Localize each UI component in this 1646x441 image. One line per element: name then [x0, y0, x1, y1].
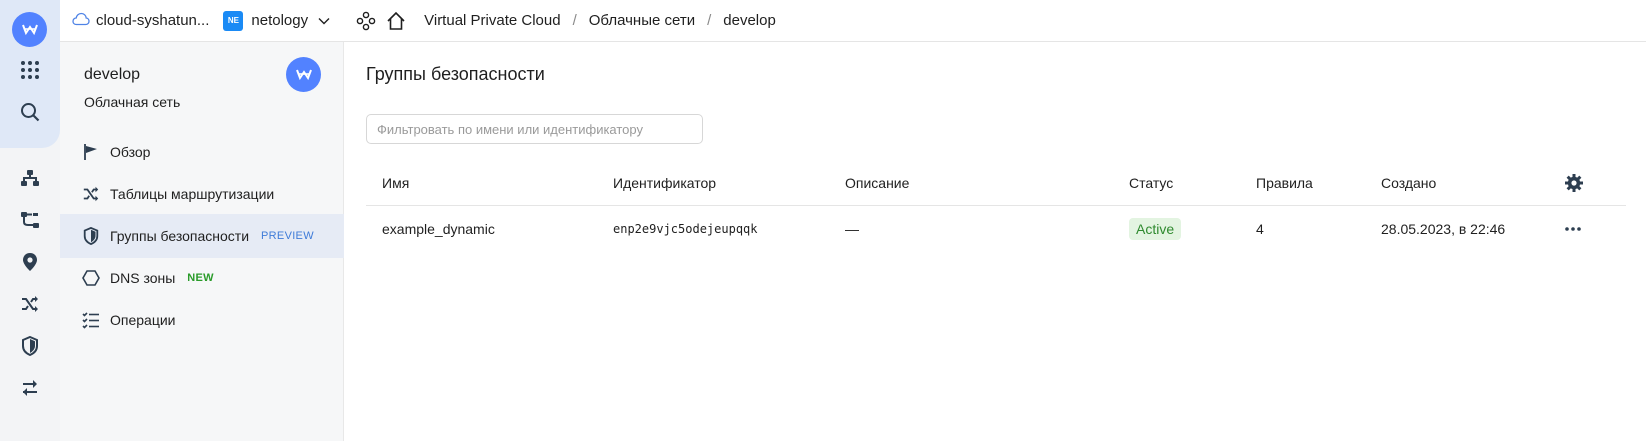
cell-description: —	[845, 221, 859, 237]
breadcrumb: Virtual Private Cloud / Облачные сети / …	[424, 12, 776, 29]
cell-id: enp2e9vjc5odejeupqqk	[613, 222, 758, 236]
breadcrumb-cloud-networks[interactable]: Облачные сети	[589, 12, 695, 29]
network-subtitle: Облачная сеть	[84, 94, 181, 110]
cell-name[interactable]: example_dynamic	[366, 206, 495, 252]
cloud-selector[interactable]: cloud-syshatun...	[72, 12, 209, 30]
shuffle-icon[interactable]	[18, 292, 42, 316]
filter-input[interactable]	[366, 114, 703, 144]
page-title: Группы безопасности	[366, 64, 545, 84]
global-rail	[0, 0, 60, 441]
breadcrumb-separator: /	[572, 12, 577, 29]
chevron-down-icon	[318, 12, 330, 29]
column-header-created[interactable]: Создано	[1381, 160, 1436, 206]
shield-icon	[82, 227, 100, 245]
route-icon[interactable]	[18, 208, 42, 232]
column-header-name[interactable]: Имя	[366, 160, 409, 206]
table-row[interactable]: example_dynamic enp2e9vjc5odejeupqqk — A…	[366, 206, 1626, 252]
service-logo-icon	[286, 57, 321, 92]
home-icon[interactable]	[386, 11, 406, 31]
organization-selector[interactable]: NE netology	[209, 10, 330, 31]
column-header-id[interactable]: Идентификатор	[613, 160, 716, 206]
sidebar-item-label: DNS зоны	[110, 270, 176, 286]
cell-created: 28.05.2023, в 22:46	[1381, 221, 1506, 237]
list-icon	[82, 311, 100, 329]
network-title: develop	[84, 66, 141, 83]
sidebar-item-dns-zones[interactable]: DNS зоны NEW	[60, 256, 344, 300]
column-header-status[interactable]: Статус	[1129, 160, 1173, 206]
gear-icon[interactable]	[1564, 160, 1584, 206]
search-icon[interactable]	[18, 100, 42, 124]
org-badge: NE	[223, 10, 244, 31]
column-header-rules[interactable]: Правила	[1256, 160, 1313, 206]
service-sidebar: develop Облачная сеть Обзор Таблицы марш…	[60, 42, 344, 441]
more-actions-icon[interactable]	[1564, 206, 1582, 252]
sidebar-item-route-tables[interactable]: Таблицы маршрутизации	[60, 172, 344, 216]
cell-status: Active	[1129, 206, 1182, 252]
sidebar-item-operations[interactable]: Операции	[60, 298, 344, 342]
breadcrumb-separator: /	[707, 12, 712, 29]
sidebar-item-label: Группы безопасности	[110, 228, 250, 244]
cell-rules: 4	[1256, 221, 1264, 237]
sidebar-item-security-groups[interactable]: Группы безопасности PREVIEW	[60, 214, 344, 258]
table-header: Имя Идентификатор Описание Статус Правил…	[366, 160, 1626, 206]
flag-icon	[82, 143, 100, 161]
status-badge: Active	[1129, 218, 1182, 240]
sidebar-item-label: Операции	[110, 312, 176, 328]
network-icon[interactable]	[18, 166, 42, 190]
cloud-icon	[72, 12, 90, 30]
preview-badge: PREVIEW	[261, 230, 314, 242]
security-groups-table: Имя Идентификатор Описание Статус Правил…	[366, 160, 1626, 252]
services-icon[interactable]	[356, 11, 376, 31]
shield-icon[interactable]	[18, 334, 42, 358]
sidebar-item-label: Таблицы маршрутизации	[110, 186, 275, 202]
yandex-cloud-logo-icon[interactable]	[12, 12, 47, 47]
cloud-name: cloud-syshatun...	[96, 12, 210, 29]
top-header-bar: cloud-syshatun... NE netology Virtual Pr…	[60, 0, 1646, 42]
org-name: netology	[251, 12, 309, 29]
main-content: Группы безопасности Имя Идентификатор Оп…	[344, 42, 1646, 441]
transfer-icon[interactable]	[18, 376, 42, 400]
shuffle-icon	[82, 185, 100, 203]
apps-grid-icon[interactable]	[18, 58, 42, 82]
breadcrumb-current: develop	[723, 12, 776, 29]
breadcrumb-vpc[interactable]: Virtual Private Cloud	[424, 12, 560, 29]
location-pin-icon[interactable]	[18, 250, 42, 274]
sidebar-item-overview[interactable]: Обзор	[60, 130, 344, 174]
column-header-description[interactable]: Описание	[845, 160, 909, 206]
sidebar-item-label: Обзор	[110, 144, 151, 160]
hexagon-icon	[82, 269, 100, 287]
new-badge: NEW	[187, 272, 214, 284]
